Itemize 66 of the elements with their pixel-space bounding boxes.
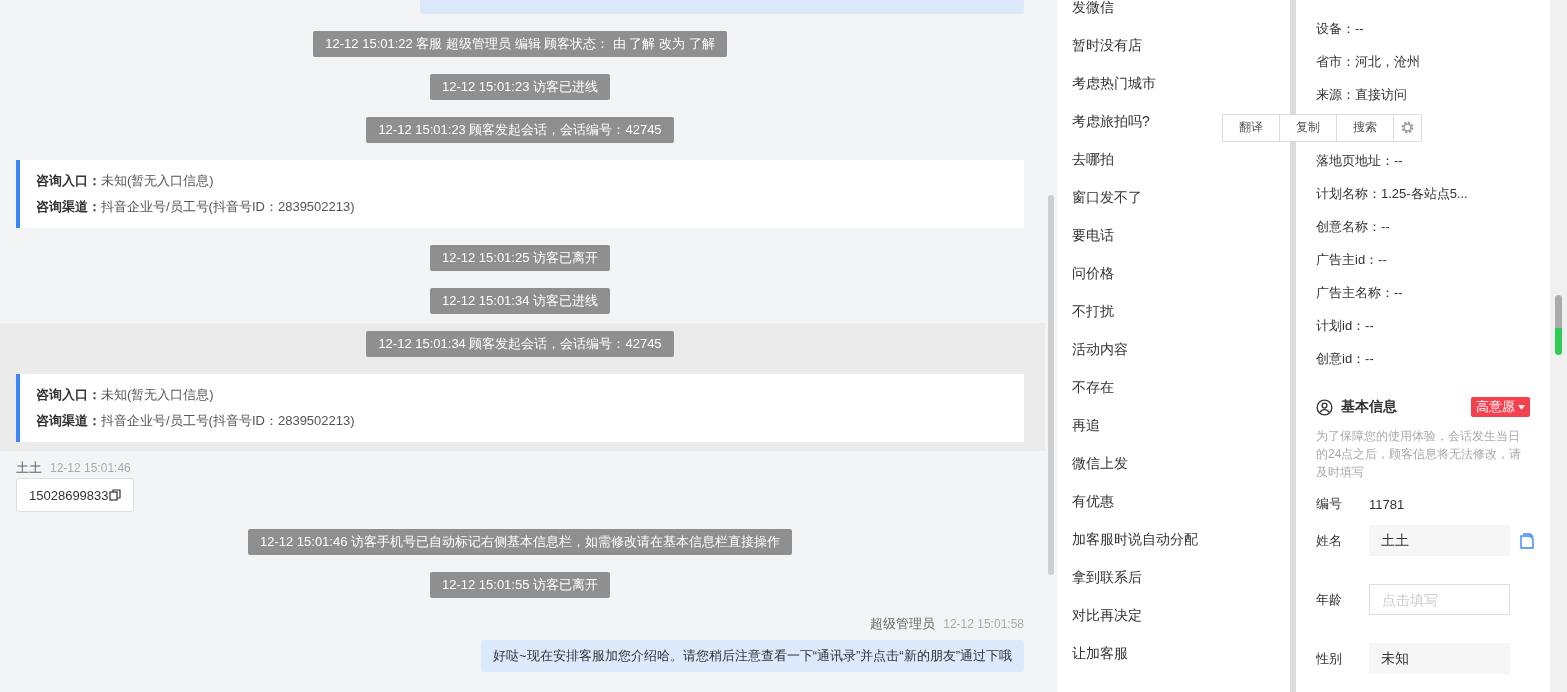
entry-label: 咨询渠道： xyxy=(36,199,101,214)
section-title: 基本信息 xyxy=(1341,398,1398,416)
detail-row-text: 省市：河北，沧州 xyxy=(1316,53,1421,71)
scrollbar[interactable] xyxy=(1550,0,1567,692)
quick-reply-item[interactable]: 要电话 xyxy=(1072,216,1114,254)
system-notice: 12-12 15:01:46 访客手机号已自动标记右侧基本信息栏，如需修改请在基本信息栏直接操作 xyxy=(247,529,793,555)
caret-icon xyxy=(1518,404,1525,410)
field-label: 姓名 xyxy=(1316,531,1343,550)
phone-number: 15028699833 xyxy=(29,487,109,503)
quick-reply-item[interactable]: 再追 xyxy=(1072,406,1100,444)
system-notice: 12-12 15:01:25 访客已离开 xyxy=(429,245,611,271)
system-notice: 12-12 15:01:34 顾客发起会话，会话编号：42745 xyxy=(366,331,674,357)
user-icon xyxy=(1316,398,1333,416)
entry-label: 咨询渠道： xyxy=(36,413,101,428)
quick-reply-item[interactable]: 微信上发 xyxy=(1072,444,1128,482)
entry-value: 未知(暂无入口信息) xyxy=(101,387,214,402)
notice-text: 为了保障您的使用体验，会话发生当日的24点之后，顾客信息将无法修改，请及时填写 xyxy=(1316,428,1523,481)
system-notice: 12-12 15:01:23 访客已进线 xyxy=(429,74,611,100)
quick-reply-item[interactable]: 有优惠 xyxy=(1072,482,1114,520)
field-label: 年龄 xyxy=(1316,590,1343,609)
detail-row-text: 来源：直接访问 xyxy=(1316,86,1408,104)
quick-reply-item[interactable]: 活动内容 xyxy=(1072,330,1128,368)
quick-reply-item[interactable]: 拿到联系后 xyxy=(1072,558,1142,596)
detail-row-text: 计划id：-- xyxy=(1316,317,1375,335)
entry-value: 抖音企业号/员工号(抖音号ID：2839502213) xyxy=(101,413,355,428)
quick-reply-item[interactable]: 问价格 xyxy=(1072,254,1114,292)
message-bubble: 好哒~现在安排客服加您介绍哈。请您稍后注意查看一下“通讯录”并点击“新的朋友”通过下哦 xyxy=(481,640,1024,672)
quick-reply-item[interactable]: 发微信 xyxy=(1072,0,1114,26)
quick-reply-item[interactable]: 去哪拍 xyxy=(1072,140,1114,178)
message-time: 12-12 15:01:58 xyxy=(943,617,1024,631)
detail-row-text: 广告主名称：-- xyxy=(1316,284,1404,302)
quick-reply-item[interactable]: 不存在 xyxy=(1072,368,1114,406)
quick-reply-item[interactable]: 窗口发不了 xyxy=(1072,178,1142,216)
document-icon[interactable] xyxy=(1520,532,1534,549)
entry-label: 咨询入口： xyxy=(36,173,101,188)
system-notice: 12-12 15:01:55 访客已离开 xyxy=(429,572,611,598)
system-notice: 12-12 15:01:22 客服 超级管理员 编辑 顾客状态： 由 了解 改为 了解 xyxy=(313,31,727,57)
detail-row-text: 落地页地址：-- xyxy=(1316,152,1404,170)
system-notice: 12-12 15:01:34 访客已进线 xyxy=(429,288,611,314)
quick-reply-item[interactable]: 加客服时说自动分配 xyxy=(1072,520,1198,558)
system-notice: 12-12 15:01:23 顾客发起会话，会话编号：42745 xyxy=(366,117,674,143)
field-label: 性别 xyxy=(1316,649,1343,668)
input-field[interactable]: 土土 xyxy=(1369,525,1510,556)
entry-label: 咨询入口： xyxy=(36,387,101,402)
detail-row-text: 创意id：-- xyxy=(1316,350,1375,368)
field-value: 11781 xyxy=(1369,496,1405,512)
intent-dropdown[interactable]: 高意愿 xyxy=(1471,397,1530,417)
detail-row-text: 创意名称：-- xyxy=(1316,218,1391,236)
sender-name: 超级管理员 xyxy=(870,615,936,633)
sender-name: 土土 xyxy=(16,459,42,477)
settings-icon[interactable] xyxy=(1400,120,1415,135)
copy-icon[interactable] xyxy=(108,489,121,501)
field-label: 编号 xyxy=(1316,495,1343,513)
quick-reply-item[interactable]: 暂时没有店 xyxy=(1072,26,1142,64)
input-field[interactable]: 未知 xyxy=(1369,643,1510,674)
quick-reply-item[interactable]: 对比再决定 xyxy=(1072,596,1142,634)
quick-reply-item[interactable]: 不打扰 xyxy=(1072,292,1114,330)
detail-row-text: 设备：-- xyxy=(1316,20,1365,38)
entry-value: 未知(暂无入口信息) xyxy=(101,173,214,188)
detail-row-text: 计划名称：1.25-各站点5... xyxy=(1316,185,1469,203)
quick-reply-item[interactable]: 考虑热门城市 xyxy=(1072,64,1156,102)
quick-reply-item[interactable]: 考虑旅拍吗? xyxy=(1072,102,1150,140)
detail-row-text: 广告主id：-- xyxy=(1316,251,1388,269)
quick-reply-item[interactable]: 让加客服 xyxy=(1072,634,1128,672)
entry-value: 抖音企业号/员工号(抖音号ID：2839502213) xyxy=(101,199,355,214)
message-time: 12-12 15:01:46 xyxy=(50,461,131,475)
